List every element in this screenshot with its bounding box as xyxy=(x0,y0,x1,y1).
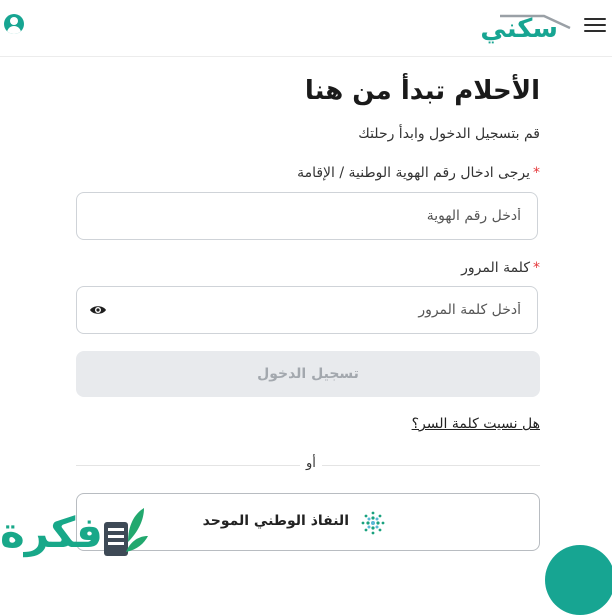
fikra-watermark-logo: فكرة xyxy=(0,500,152,565)
user-icon[interactable] xyxy=(4,14,24,34)
help-chat-button[interactable] xyxy=(545,545,612,615)
id-field-label: *يرجى ادخال رقم الهوية الوطنية / الإقامة xyxy=(297,165,540,181)
password-input[interactable] xyxy=(121,287,521,333)
sakani-logo[interactable]: سكني xyxy=(480,6,572,46)
id-label-text: يرجى ادخال رقم الهوية الوطنية / الإقامة xyxy=(297,165,530,181)
id-field xyxy=(76,192,538,240)
nafath-logo-icon xyxy=(361,511,385,535)
top-bar: سكني xyxy=(0,0,612,57)
required-marker: * xyxy=(533,260,540,276)
forgot-password-link[interactable]: هل نسيت كلمة السر؟ xyxy=(412,416,540,432)
or-separator: أو xyxy=(300,456,322,471)
watermark-text: فكرة xyxy=(0,508,103,557)
nafath-button-label: النفاذ الوطني الموحد xyxy=(202,513,349,529)
page-subtitle: قم بتسجيل الدخول وابدأ رحلتك xyxy=(358,126,540,142)
logo-text: سكني xyxy=(480,14,558,44)
login-button[interactable]: تسجيل الدخول xyxy=(76,351,540,397)
book-leaf-icon xyxy=(104,508,148,556)
page-title: الأحلام تبدأ من هنا xyxy=(304,76,540,106)
required-marker: * xyxy=(533,165,540,181)
password-field xyxy=(76,286,538,334)
password-label-text: كلمة المرور xyxy=(461,260,530,276)
hamburger-menu-icon[interactable] xyxy=(584,14,606,34)
password-field-label: *كلمة المرور xyxy=(461,260,540,276)
id-number-input[interactable] xyxy=(121,193,521,239)
eye-icon[interactable] xyxy=(89,302,107,318)
